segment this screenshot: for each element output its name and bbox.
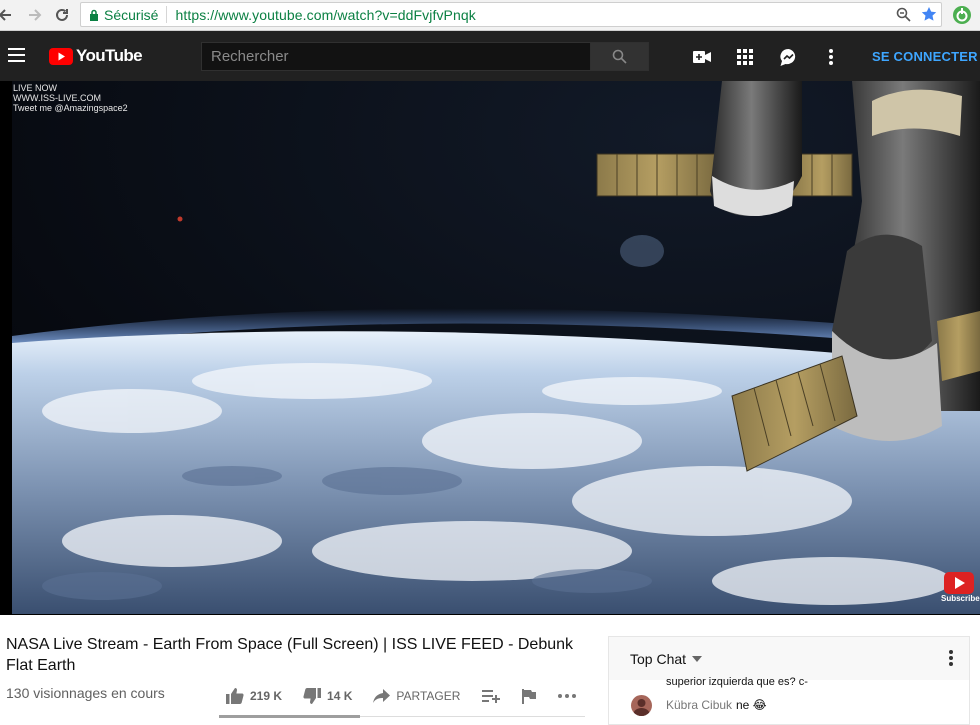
share-arrow-icon [373,689,391,703]
chat-mode-dropdown[interactable]: Top Chat [630,651,703,667]
subscribe-watermark[interactable]: Subscribe [940,572,980,606]
like-ratio-bar [219,715,360,718]
video-title: NASA Live Stream - Earth From Space (Ful… [6,636,574,674]
browser-toolbar: Sécurisé https://www.youtube.com/watch?v… [0,0,980,31]
secure-indicator[interactable]: Sécurisé [81,6,168,23]
zoom-icon[interactable] [896,7,911,22]
youtube-logo[interactable]: YouTube [49,46,143,66]
chat-message-text: superior izquierda que es? c- [666,676,808,688]
search-box [201,42,649,71]
youtube-play-logo-icon [49,47,73,65]
video-frame [12,81,980,614]
apps-grid-icon[interactable] [735,47,755,67]
video-player[interactable] [12,81,980,614]
live-chat-panel: Top Chat superior izquierda que es? c- K… [608,636,970,725]
overlay-line-site: WWW.ISS-LIVE.COM [13,93,102,103]
overlay-line-twitter: Tweet me @Amazingspace2 [13,103,128,113]
hamburger-menu-icon[interactable] [8,48,25,62]
overlay-line-live: LIVE NOW [13,83,58,93]
back-arrow-icon[interactable] [0,4,16,26]
youtube-masthead: YouTube SE CONNECTER [0,31,980,81]
chat-message-text: ne 😂 [736,698,767,712]
search-button[interactable] [591,42,649,71]
thumbs-down-icon [303,688,322,704]
chat-title-label: Top Chat [630,651,687,667]
dislike-button[interactable]: 14 K [303,688,352,704]
bookmark-star-icon[interactable] [921,6,937,22]
chat-author-name[interactable]: Kübra Cibuk [666,698,732,712]
messages-icon[interactable] [778,47,798,67]
more-options-icon[interactable] [821,47,841,67]
address-bar[interactable]: Sécurisé https://www.youtube.com/watch?v… [80,2,942,27]
chat-header: Top Chat [609,637,969,680]
share-label: PARTAGER [396,689,461,703]
view-count: 130 visionnages en cours [6,685,165,701]
video-actions: 219 K 14 K PARTAGER [218,681,577,711]
chat-more-options-icon[interactable] [949,650,953,671]
like-ratio-track [360,716,585,717]
search-icon [612,49,627,64]
url-text[interactable]: https://www.youtube.com/watch?v=ddFvjfvP… [167,7,475,23]
secure-label: Sécurisé [104,6,159,23]
stream-overlay-text: LIVE NOW WWW.ISS-LIVE.COM Tweet me @Amaz… [13,83,128,113]
share-button[interactable]: PARTAGER [373,689,460,703]
dislike-count: 14 K [327,689,353,703]
flag-icon [522,688,537,704]
sign-in-button[interactable]: SE CONNECTER [872,49,978,64]
report-button[interactable] [522,688,537,704]
playlist-add-icon [482,690,501,703]
like-button[interactable]: 219 K [226,688,282,704]
add-to-playlist-button[interactable] [482,689,501,703]
forward-arrow-icon[interactable] [24,4,46,26]
extension-icon[interactable] [952,5,972,25]
thumbs-up-icon [226,688,244,704]
more-actions-button[interactable] [558,694,577,698]
search-input[interactable] [201,42,591,71]
more-horizontal-icon [558,694,577,698]
dropdown-caret-icon [692,656,703,662]
reload-icon[interactable] [51,4,73,26]
lock-icon [90,9,98,21]
like-count: 219 K [250,689,283,703]
subscribe-label: Subscribe [941,594,980,603]
logo-text: YouTube [76,46,143,65]
avatar[interactable] [631,695,652,716]
create-video-icon[interactable] [692,47,712,67]
